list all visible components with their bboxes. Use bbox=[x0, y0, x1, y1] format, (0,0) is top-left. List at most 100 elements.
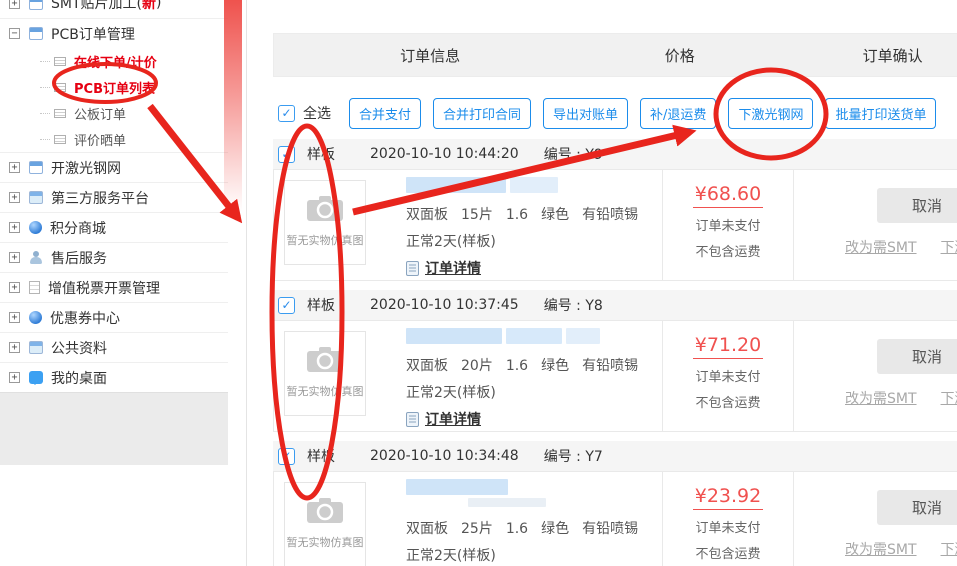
sidebar-item[interactable]: + 售后服务 bbox=[0, 242, 228, 272]
change-to-smt-link[interactable]: 改为需SMT bbox=[845, 237, 917, 257]
sidebar-item-label: PCB订单列表 bbox=[74, 78, 155, 97]
expand-icon[interactable]: + bbox=[9, 312, 20, 323]
sidebar-item-label: 增值税票开票管理 bbox=[48, 278, 160, 298]
order-specs: 双面板15片1.6绿色有铅喷锡 bbox=[406, 204, 651, 224]
toolbar-button[interactable]: 补/退运费 bbox=[640, 98, 716, 129]
expand-icon[interactable]: + bbox=[9, 162, 20, 173]
expand-icon[interactable]: + bbox=[9, 252, 20, 263]
order-action-cell: 取消 改为需SMT 下激 bbox=[793, 472, 957, 566]
column-order-info: 订单信息 bbox=[274, 45, 586, 66]
expand-icon[interactable]: + bbox=[9, 192, 20, 203]
sidebar-item[interactable]: 公板订单 bbox=[0, 100, 228, 126]
order-laser-stencil-link[interactable]: 下激 bbox=[941, 539, 957, 559]
spec-item: 1.6 bbox=[506, 207, 528, 223]
order-laser-stencil-link[interactable]: 下激 bbox=[941, 237, 957, 257]
order-specs: 双面板25片1.6绿色有铅喷锡 bbox=[406, 518, 651, 538]
expand-icon[interactable]: + bbox=[9, 372, 20, 383]
sidebar-item[interactable]: PCB订单列表 bbox=[0, 74, 228, 100]
toolbar-button[interactable]: 合并打印合同 bbox=[433, 98, 531, 129]
list-icon bbox=[54, 83, 66, 92]
ball-icon bbox=[29, 311, 42, 324]
order-info-cell: 暂无实物仿真图 双面板25片1.6绿色有铅喷锡 正常2天(样板) 订单详情 bbox=[274, 472, 662, 566]
freight-note: 不包含运费 bbox=[663, 543, 793, 562]
sidebar-item[interactable]: +SMT贴片加工(新) bbox=[0, 0, 228, 18]
expand-icon[interactable]: + bbox=[9, 282, 20, 293]
pay-status: 订单未支付 bbox=[663, 517, 793, 536]
table-column-header: 订单信息 价格 订单确认 bbox=[273, 33, 957, 77]
order-card-body: 暂无实物仿真图 双面板15片1.6绿色有铅喷锡 正常2天(样板) 订单详情 bbox=[273, 169, 957, 281]
camera-icon bbox=[306, 497, 344, 524]
toolbar-button[interactable]: 下激光钢网 bbox=[728, 98, 813, 129]
toolbar-button[interactable]: 导出对账单 bbox=[543, 98, 628, 129]
sidebar-item[interactable]: +我的桌面 bbox=[0, 362, 228, 392]
sidebar-item[interactable]: + 公共资料 bbox=[0, 332, 228, 362]
order-card: ✓ 样板 2020-10-10 10:34:48 编号 : Y7 暂无实物仿真图… bbox=[273, 441, 957, 566]
sidebar-item[interactable]: 在线下单/计价 bbox=[0, 48, 228, 74]
order-list: ✓ 样板 2020-10-10 10:44:20 编号 : Y9 暂无实物仿真图… bbox=[273, 139, 957, 566]
no-image-text: 暂无实物仿真图 bbox=[287, 232, 364, 248]
document-icon bbox=[406, 261, 419, 276]
order-card: ✓ 样板 2020-10-10 10:44:20 编号 : Y9 暂无实物仿真图… bbox=[273, 139, 957, 281]
sidebar-item-label: 优惠券中心 bbox=[50, 308, 120, 328]
board-preview-placeholder: 暂无实物仿真图 bbox=[284, 180, 366, 265]
sidebar-item[interactable]: −PCB订单管理 bbox=[0, 18, 228, 48]
order-datetime: 2020-10-10 10:34:48 bbox=[370, 448, 519, 464]
order-card-header: ✓ 样板 2020-10-10 10:34:48 编号 : Y7 bbox=[273, 441, 957, 471]
cancel-order-button[interactable]: 取消 bbox=[877, 339, 957, 374]
select-all-checkbox[interactable]: ✓ bbox=[278, 105, 295, 122]
order-list-main: 订单信息 价格 订单确认 ✓ 全选 合并支付合并打印合同导出对账单补/退运费下激… bbox=[247, 0, 957, 566]
spec-item: 25片 bbox=[461, 521, 493, 537]
sidebar-item-label: 公板订单 bbox=[74, 104, 126, 123]
order-detail-link[interactable]: 订单详情 bbox=[425, 409, 481, 429]
cancel-order-button[interactable]: 取消 bbox=[877, 490, 957, 525]
order-price: ¥71.20 bbox=[693, 334, 763, 359]
sidebar-item[interactable]: + 增值税票开票管理 bbox=[0, 272, 228, 302]
board-preview-placeholder: 暂无实物仿真图 bbox=[284, 482, 366, 566]
collapse-icon[interactable]: − bbox=[9, 28, 20, 39]
order-laser-stencil-link[interactable]: 下激 bbox=[941, 388, 957, 408]
sidebar-item[interactable]: +第三方服务平台 bbox=[0, 182, 228, 212]
change-to-smt-link[interactable]: 改为需SMT bbox=[845, 539, 917, 559]
sidebar: +SMT贴片加工(新)−PCB订单管理在线下单/计价 PCB订单列表公板订单评价晒… bbox=[0, 0, 228, 566]
sidebar-menu: +SMT贴片加工(新)−PCB订单管理在线下单/计价 PCB订单列表公板订单评价晒… bbox=[0, 0, 228, 392]
order-checkbox[interactable]: ✓ bbox=[278, 146, 295, 163]
expand-icon[interactable]: + bbox=[9, 342, 20, 353]
order-detail-link[interactable]: 订单详情 bbox=[425, 258, 481, 278]
new-badge: 新 bbox=[142, 0, 156, 13]
pay-status: 订单未支付 bbox=[663, 215, 793, 234]
board-preview-placeholder: 暂无实物仿真图 bbox=[284, 331, 366, 416]
expand-icon[interactable]: + bbox=[9, 222, 20, 233]
sidebar-item-label: 售后服务 bbox=[51, 248, 107, 268]
order-price: ¥23.92 bbox=[693, 485, 763, 510]
sidebar-item-label: 公共资料 bbox=[51, 338, 107, 358]
order-datetime: 2020-10-10 10:44:20 bbox=[370, 146, 519, 162]
window-icon bbox=[29, 161, 43, 174]
change-to-smt-link[interactable]: 改为需SMT bbox=[845, 388, 917, 408]
spec-item: 绿色 bbox=[541, 358, 569, 374]
order-card-header: ✓ 样板 2020-10-10 10:37:45 编号 : Y8 bbox=[273, 290, 957, 320]
doc-icon bbox=[29, 281, 40, 294]
order-checkbox[interactable]: ✓ bbox=[278, 448, 295, 465]
lead-time: 正常2天(样板) bbox=[406, 382, 651, 402]
order-info-cell: 暂无实物仿真图 双面板20片1.6绿色有铅喷锡 正常2天(样板) 订单详情 bbox=[274, 321, 662, 431]
window-icon bbox=[29, 0, 43, 10]
sidebar-item[interactable]: +开激光钢网 bbox=[0, 152, 228, 182]
order-price-cell: ¥68.60 订单未支付 不包含运费 bbox=[662, 170, 793, 280]
order-code: 编号 : Y9 bbox=[544, 144, 603, 164]
expand-icon[interactable]: + bbox=[9, 0, 20, 9]
sidebar-item-label: 积分商城 bbox=[50, 218, 106, 238]
camera-icon bbox=[306, 195, 344, 222]
sidebar-item[interactable]: + 积分商城 bbox=[0, 212, 228, 242]
toolbar-button[interactable]: 批量打印送货单 bbox=[825, 98, 936, 129]
ball-icon bbox=[29, 221, 42, 234]
order-checkbox[interactable]: ✓ bbox=[278, 297, 295, 314]
spec-item: 20片 bbox=[461, 358, 493, 374]
lead-time: 正常2天(样板) bbox=[406, 231, 651, 251]
toolbar-button[interactable]: 合并支付 bbox=[349, 98, 421, 129]
sidebar-item[interactable]: + 优惠券中心 bbox=[0, 302, 228, 332]
chat-icon bbox=[29, 371, 43, 384]
spec-item: 1.6 bbox=[506, 521, 528, 537]
spec-item: 绿色 bbox=[541, 207, 569, 223]
sidebar-item[interactable]: 评价晒单 bbox=[0, 126, 228, 152]
cancel-order-button[interactable]: 取消 bbox=[877, 188, 957, 223]
